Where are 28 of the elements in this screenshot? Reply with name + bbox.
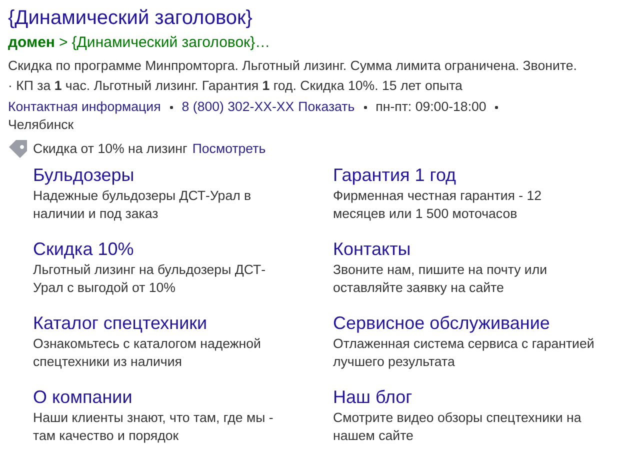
sitelink-description: Смотрите видео обзоры спецтехники на нашем сайте: [333, 409, 582, 445]
sitelink-description: Наши клиенты знают, что там, где мы - там качество и порядок: [33, 409, 274, 445]
domain-link[interactable]: домен: [8, 33, 55, 53]
sitelink[interactable]: Бульдозеры: [33, 164, 134, 186]
sitelink[interactable]: О компании: [33, 386, 132, 408]
sitelink-description: Льготный лизинг на бульдозеры ДСТ-Урал с выгодой от 10%: [33, 261, 267, 297]
tag-icon: [8, 140, 28, 158]
sitelink[interactable]: Гарантия 1 год: [333, 164, 456, 186]
promo-link[interactable]: Посмотреть: [192, 139, 266, 158]
sitelink-description: Фирменная честная гарантия - 12 месяцев или 1 500 моточасов: [333, 187, 543, 223]
promo-text: Скидка от 10% на лизинг: [33, 140, 188, 158]
sitelink[interactable]: Контакты: [333, 238, 411, 260]
sitelink[interactable]: Наш блог: [333, 386, 412, 408]
sitelink[interactable]: Каталог спецтехники: [33, 312, 208, 334]
ad-title[interactable]: {Динамический заголовок}: [8, 6, 252, 31]
sitelink-description: Звоните нам, пишите на почту или оставляйте заявку на сайте: [333, 261, 548, 297]
sitelink-description: Ознакомьтесь с каталогом надежной спецтехники из наличия: [33, 335, 262, 371]
breadcrumb-separator: >: [59, 33, 68, 53]
contact-text: пн-пт: 09:00-18:00: [376, 98, 486, 116]
phone-number[interactable]: 8 (800) 302-XX-XX: [182, 98, 294, 116]
breadcrumb-path[interactable]: {Динамический заголовок}…: [72, 33, 270, 53]
show-phone-link[interactable]: Показать: [298, 98, 355, 116]
sitelink-description: Отлаженная система сервиса с гарантией лучшего результата: [333, 335, 595, 371]
sitelink[interactable]: Сервисное обслуживание: [333, 312, 550, 334]
contact-info-link[interactable]: Контактная информация: [8, 98, 161, 116]
contact-text: Челябинск: [8, 116, 74, 134]
sitelink-description: Надежные бульдозеры ДСТ-Урал в наличии и под заказ: [33, 187, 252, 223]
sitelink[interactable]: Скидка 10%: [33, 238, 134, 260]
